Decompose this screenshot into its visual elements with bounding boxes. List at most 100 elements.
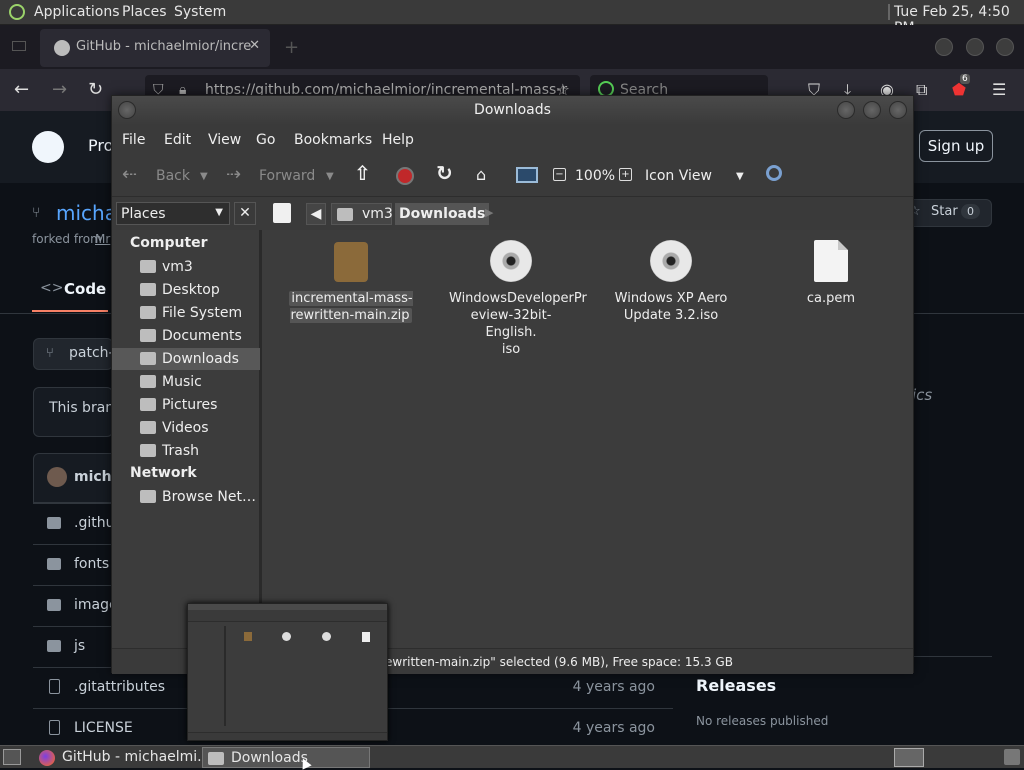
zip-archive-icon bbox=[334, 242, 368, 282]
taskbar-item-downloads[interactable]: Downloads bbox=[202, 747, 370, 768]
repo-fork-icon: ⑂ bbox=[32, 205, 41, 221]
browser-tab-github[interactable]: GitHub - michaelmior/incre ✕ bbox=[40, 29, 270, 67]
menu-bar: File Edit View Go Bookmarks Help bbox=[112, 125, 913, 155]
file-name[interactable]: .githu bbox=[74, 515, 114, 531]
edit-location-icon[interactable] bbox=[273, 203, 291, 223]
sidebar-item-videos[interactable]: Videos bbox=[112, 417, 260, 439]
sign-up-button[interactable]: Sign up bbox=[919, 130, 993, 162]
sidebar-type-select[interactable]: Places ▼ bbox=[116, 202, 230, 225]
avatar[interactable] bbox=[47, 467, 67, 487]
back-button[interactable]: Back bbox=[156, 168, 190, 184]
folder-icon bbox=[208, 752, 224, 765]
breadcrumb-vm3[interactable]: vm3 bbox=[331, 203, 393, 225]
forward-button[interactable]: Forward bbox=[259, 168, 315, 184]
videos-folder-icon bbox=[140, 421, 156, 434]
window-thumbnail-preview[interactable] bbox=[187, 603, 388, 741]
zoom-in-icon[interactable]: + bbox=[619, 168, 632, 181]
star-count: 0 bbox=[961, 204, 980, 219]
view-mode-select[interactable]: Icon View bbox=[645, 168, 712, 184]
workspace-switcher[interactable] bbox=[894, 748, 924, 767]
up-arrow-icon[interactable]: ⇧ bbox=[354, 161, 371, 185]
file-name[interactable]: fonts bbox=[74, 556, 109, 572]
forked-from-link[interactable]: Mr bbox=[95, 232, 110, 246]
sidebar-item-label: Downloads bbox=[162, 351, 239, 367]
file-item[interactable]: Windows XP Aero Update 3.2.iso bbox=[609, 240, 733, 324]
new-tab-icon[interactable]: + bbox=[284, 37, 299, 58]
system-menu[interactable]: System bbox=[174, 4, 226, 20]
reload-icon[interactable]: ↻ bbox=[436, 161, 453, 185]
sidebar-item-trash[interactable]: Trash bbox=[112, 440, 260, 462]
forward-icon[interactable]: ⇢ bbox=[226, 164, 241, 185]
browser-minimize-icon[interactable] bbox=[935, 38, 953, 56]
back-history-chevron-icon[interactable]: ▼ bbox=[200, 171, 208, 182]
github-nav-product[interactable]: Pro bbox=[88, 136, 113, 155]
taskbar-item-firefox[interactable]: GitHub - michaelmi... bbox=[34, 747, 202, 768]
menu-go[interactable]: Go bbox=[256, 132, 275, 148]
menu-edit[interactable]: Edit bbox=[164, 132, 191, 148]
file-item[interactable]: WindowsDeveloperPr eview-32bit-English. is… bbox=[449, 240, 587, 358]
sidebar-item-vm3[interactable]: vm3 bbox=[112, 256, 260, 278]
menu-view[interactable]: View bbox=[208, 132, 241, 148]
places-menu[interactable]: Places bbox=[122, 4, 167, 20]
file-icon-view[interactable]: incremental-mass-rewritten-main.zip Wind… bbox=[267, 230, 913, 648]
trash-applet-icon[interactable] bbox=[1004, 749, 1020, 765]
file-name[interactable]: .gitattributes bbox=[74, 679, 165, 695]
close-tab-icon[interactable]: ✕ bbox=[249, 38, 260, 53]
computer-icon[interactable] bbox=[516, 167, 538, 183]
toolbar: ⇠ Back ▼ ⇢ Forward ▼ ⇧ ↻ ⌂ − 100% + Icon… bbox=[112, 155, 913, 197]
close-sidebar-icon[interactable]: ✕ bbox=[234, 202, 256, 225]
file-name[interactable]: LICENSE bbox=[74, 720, 133, 736]
file-name[interactable]: js bbox=[74, 638, 85, 654]
github-logo-icon[interactable] bbox=[32, 131, 64, 163]
browser-maximize-icon[interactable] bbox=[966, 38, 984, 56]
hamburger-menu-icon[interactable]: ☰ bbox=[992, 80, 1006, 99]
file-manager-window: Downloads File Edit View Go Bookmarks He… bbox=[111, 95, 914, 674]
reload-icon[interactable]: ↻ bbox=[88, 79, 103, 100]
menu-help[interactable]: Help bbox=[382, 132, 414, 148]
folder-icon bbox=[47, 558, 61, 570]
breadcrumb-back-icon[interactable]: ◀ bbox=[306, 203, 326, 225]
pictures-folder-icon bbox=[140, 398, 156, 411]
breadcrumb-downloads[interactable]: Downloads bbox=[395, 203, 490, 225]
window-menu-icon[interactable] bbox=[118, 101, 136, 119]
menu-bookmarks[interactable]: Bookmarks bbox=[294, 132, 372, 148]
tab-code[interactable]: Code bbox=[64, 280, 106, 298]
browser-tab-title: GitHub - michaelmior/incre bbox=[76, 39, 252, 54]
minimize-icon[interactable] bbox=[837, 101, 855, 119]
maximize-icon[interactable] bbox=[863, 101, 881, 119]
sidebar-item-browse-network[interactable]: Browse Net… bbox=[112, 486, 260, 508]
sidebar-item-music[interactable]: Music bbox=[112, 371, 260, 393]
sidebar-item-file-system[interactable]: File System bbox=[112, 302, 260, 324]
trash-icon bbox=[140, 444, 156, 457]
file-item[interactable]: ca.pem bbox=[769, 240, 893, 307]
close-icon[interactable] bbox=[889, 101, 907, 119]
sidebar-item-documents[interactable]: Documents bbox=[112, 325, 260, 347]
extensions-icon[interactable]: ⧉ bbox=[916, 80, 927, 100]
show-desktop-icon[interactable] bbox=[3, 749, 21, 765]
sidebar-item-desktop[interactable]: Desktop bbox=[112, 279, 260, 301]
downloads-folder-icon bbox=[140, 352, 156, 365]
file-item[interactable]: incremental-mass-rewritten-main.zip bbox=[289, 242, 413, 324]
breadcrumb-forward-icon[interactable]: ▶ bbox=[485, 206, 493, 219]
search-icon[interactable] bbox=[766, 165, 782, 181]
tab-list-icon[interactable] bbox=[12, 41, 26, 51]
browser-close-icon[interactable] bbox=[996, 38, 1014, 56]
window-titlebar[interactable]: Downloads bbox=[112, 96, 913, 125]
forward-arrow-icon[interactable]: → bbox=[52, 79, 67, 100]
releases-heading[interactable]: Releases bbox=[696, 676, 776, 695]
back-icon[interactable]: ⇠ bbox=[122, 164, 137, 185]
applications-menu[interactable]: Applications bbox=[34, 4, 120, 20]
stop-icon[interactable] bbox=[396, 167, 414, 185]
forward-history-chevron-icon[interactable]: ▼ bbox=[326, 171, 334, 182]
home-icon[interactable]: ⌂ bbox=[476, 165, 486, 184]
sidebar-item-pictures[interactable]: Pictures bbox=[112, 394, 260, 416]
sidebar-item-downloads[interactable]: Downloads bbox=[112, 348, 260, 370]
menu-file[interactable]: File bbox=[122, 132, 145, 148]
repo-owner-link[interactable]: micha bbox=[56, 201, 117, 225]
distro-logo-icon[interactable] bbox=[9, 4, 25, 20]
thumbnail-zip-icon bbox=[244, 632, 252, 641]
zoom-out-icon[interactable]: − bbox=[553, 168, 566, 181]
back-arrow-icon[interactable]: ← bbox=[14, 79, 29, 100]
view-mode-chevron-icon[interactable]: ▼ bbox=[736, 171, 744, 182]
chevron-down-icon: ▼ bbox=[215, 207, 223, 218]
